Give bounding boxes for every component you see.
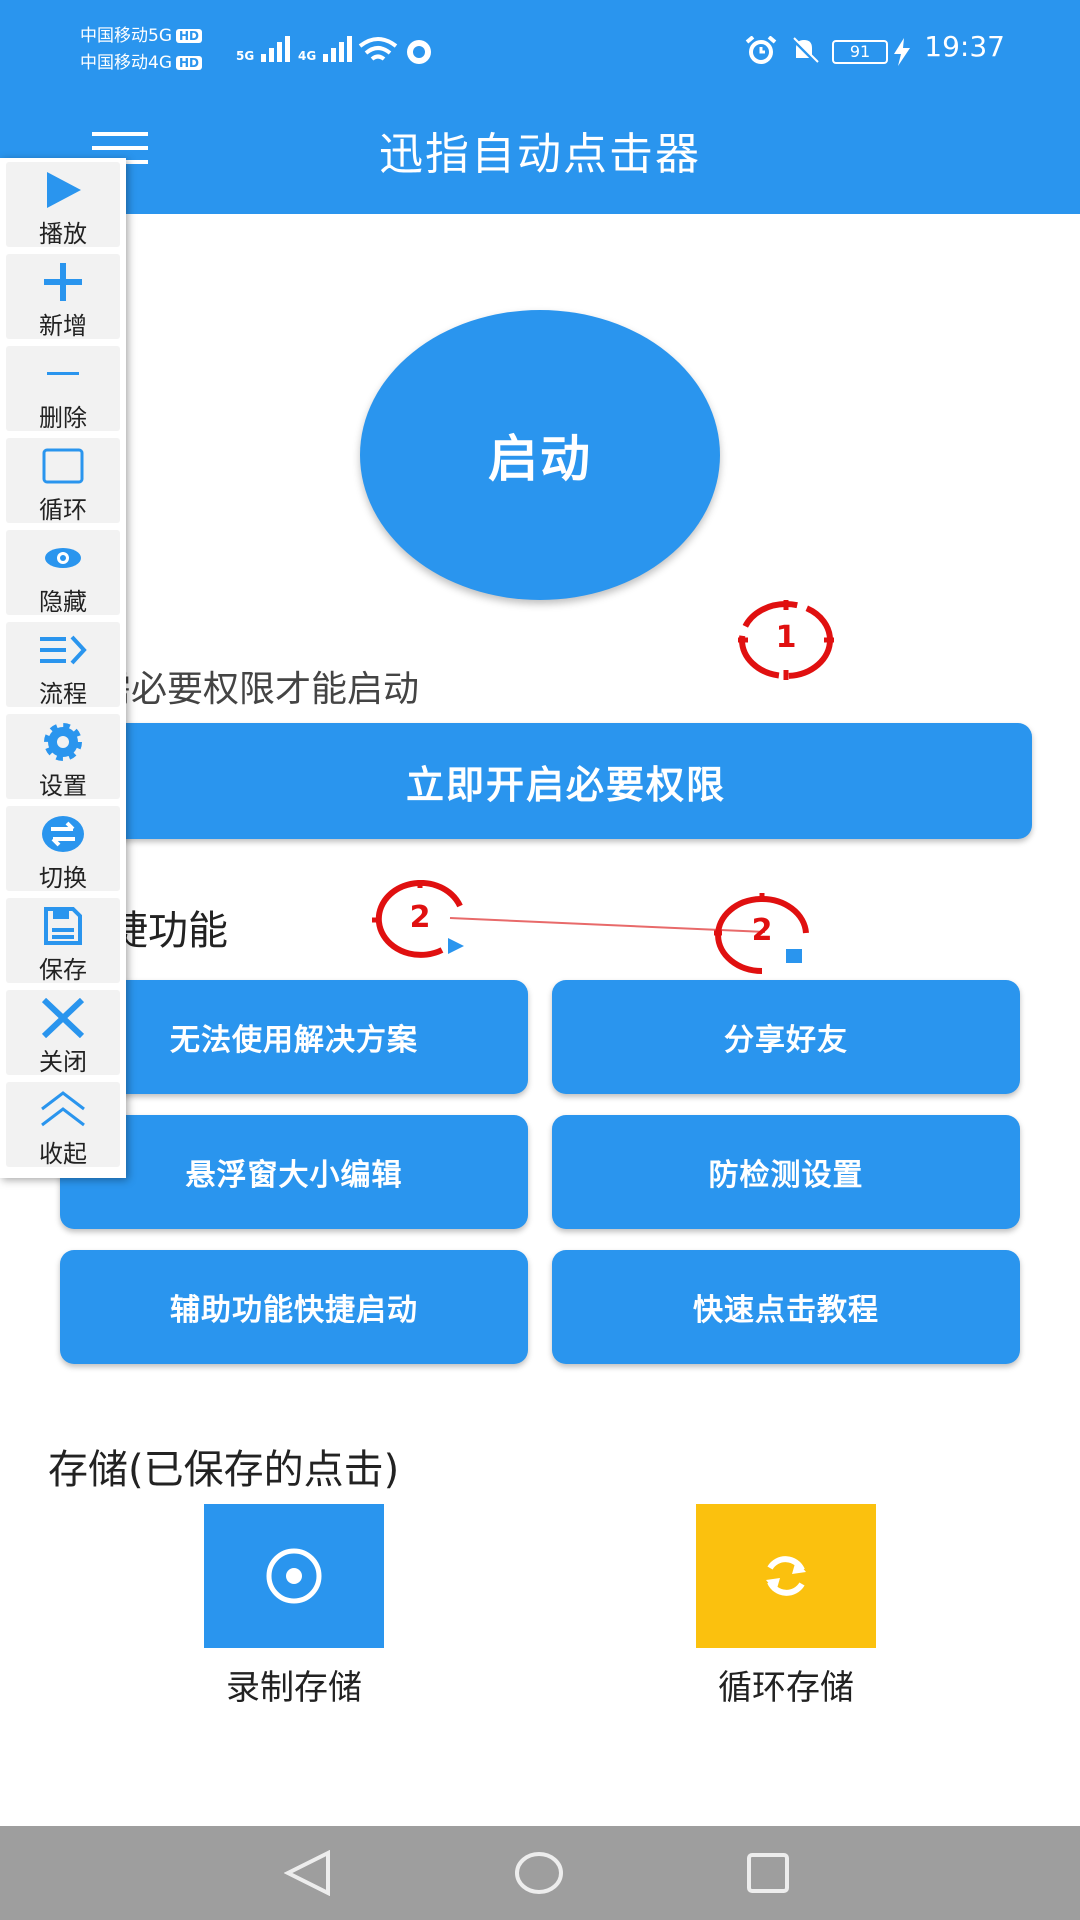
toolbar-close-label: 关闭 — [39, 1048, 87, 1076]
save-icon — [6, 904, 120, 948]
swipe-start-point[interactable]: 2 — [372, 879, 482, 970]
click-point-1-label: 1 — [775, 620, 797, 655]
minus-icon — [6, 352, 120, 396]
click-point-1[interactable]: 1 — [738, 600, 838, 686]
anti-detection-button[interactable]: 防检测设置 — [552, 1115, 1020, 1229]
toolbar-close[interactable]: 关闭 — [6, 990, 120, 1076]
toolbar-hide[interactable]: 隐藏 — [6, 530, 120, 616]
flow-icon — [6, 628, 120, 672]
accessibility-shortcut-button[interactable]: 辅助功能快捷启动 — [60, 1250, 528, 1364]
toolbar-loop[interactable]: 循环 — [6, 438, 120, 524]
swipe-end-point[interactable]: 2 — [714, 893, 824, 987]
recents-icon[interactable] — [746, 1852, 790, 1894]
record-storage-label: 录制存储 — [226, 1668, 362, 1708]
back-icon[interactable] — [284, 1850, 332, 1896]
storage-title: 存储(已保存的点击) — [48, 1447, 400, 1493]
toolbar-collapse-label: 收起 — [39, 1140, 87, 1168]
swipe-end-label: 2 — [751, 913, 773, 948]
toolbar-save-label: 保存 — [39, 956, 87, 984]
swipe-start-label: 2 — [409, 900, 431, 935]
toolbar-flow-label: 流程 — [39, 680, 87, 708]
loop-storage-tile[interactable] — [696, 1504, 876, 1648]
floating-toolbar[interactable]: 播放 新增 删除 循环 隐藏 流程 设置 切换 保存 关闭 收起 — [0, 158, 126, 1178]
toolbar-switch[interactable]: 切换 — [6, 806, 120, 892]
eye-icon — [6, 536, 120, 580]
square-icon — [6, 444, 120, 488]
toolbar-save[interactable]: 保存 — [6, 898, 120, 984]
play-icon — [6, 168, 120, 212]
toolbar-settings[interactable]: 设置 — [6, 714, 120, 800]
toolbar-loop-label: 循环 — [39, 496, 87, 524]
navigation-bar — [0, 1826, 1080, 1920]
record-storage-tile[interactable] — [204, 1504, 384, 1648]
click-markers — [449, 917, 766, 933]
toolbar-delete-label: 删除 — [39, 404, 87, 432]
toolbar-add-label: 新增 — [39, 312, 87, 340]
float-size-edit-button[interactable]: 悬浮窗大小编辑 — [60, 1115, 528, 1229]
switch-icon — [6, 812, 120, 856]
toolbar-settings-label: 设置 — [39, 772, 87, 800]
tutorial-button[interactable]: 快速点击教程 — [552, 1250, 1020, 1364]
home-icon[interactable] — [514, 1850, 564, 1896]
plus-icon — [6, 260, 120, 304]
toolbar-hide-label: 隐藏 — [39, 588, 87, 616]
gear-icon — [6, 720, 120, 764]
toolbar-delete[interactable]: 删除 — [6, 346, 120, 432]
toolbar-collapse[interactable]: 收起 — [6, 1082, 120, 1168]
toolbar-flow[interactable]: 流程 — [6, 622, 120, 708]
loop-icon — [766, 1556, 806, 1596]
toolbar-add[interactable]: 新增 — [6, 254, 120, 340]
record-icon — [266, 1548, 322, 1604]
toolbar-play[interactable]: 播放 — [6, 162, 120, 248]
toolbar-play-label: 播放 — [39, 220, 87, 248]
toolbar-switch-label: 切换 — [39, 864, 87, 892]
collapse-icon — [6, 1088, 120, 1132]
close-icon — [6, 996, 120, 1040]
loop-storage-label: 循环存储 — [718, 1668, 854, 1708]
